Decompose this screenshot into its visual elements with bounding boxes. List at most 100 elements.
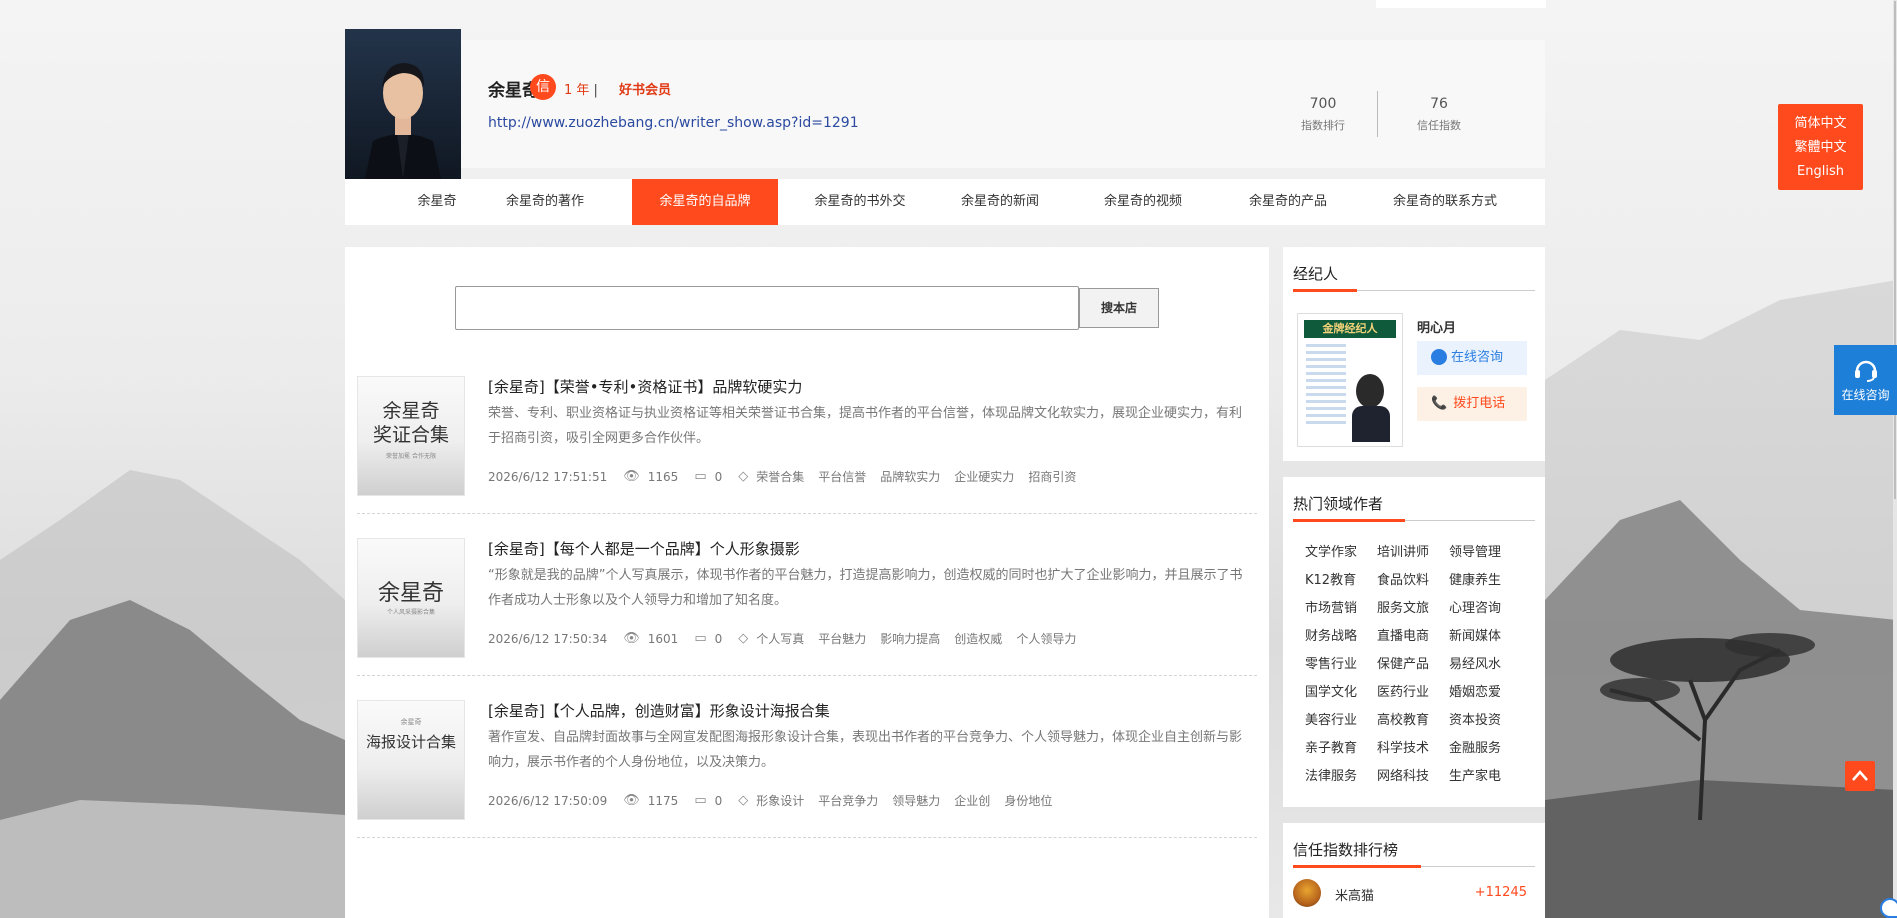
category-item[interactable]: 服务文旅 [1377, 595, 1449, 623]
scrollbar-thumb[interactable] [1893, 0, 1897, 500]
category-item[interactable]: 零售行业 [1305, 651, 1377, 679]
article-meta: 2026/6/12 17:50:09 👁 1175 ▭ 0 ◇ 形象设计 平台竞争力… [488, 792, 1066, 809]
ranking-value: +11245 [1474, 885, 1527, 900]
category-item[interactable]: 法律服务 [1305, 763, 1377, 791]
category-item[interactable]: 网络科技 [1377, 763, 1449, 791]
call-button[interactable]: 📞 拨打电话 [1417, 387, 1527, 421]
thumb-subtitle: 余星奇 [400, 718, 422, 726]
hot-heading: 热门领域作者 [1293, 495, 1384, 513]
tab-works[interactable]: 余星奇的著作 [480, 179, 610, 225]
tab-self-brand[interactable]: 余星奇的自品牌 [632, 179, 778, 225]
tab-contact[interactable]: 余星奇的联系方式 [1365, 179, 1525, 225]
article-thumbnail[interactable]: 余星奇 海报设计合集 [357, 700, 465, 820]
article-tag[interactable]: 形象设计 [756, 792, 804, 809]
article-tag[interactable]: 企业创 [954, 792, 990, 809]
article-tag[interactable]: 荣誉合集 [756, 468, 804, 485]
category-item[interactable]: 金融服务 [1449, 735, 1521, 763]
article-meta: 2026/6/12 17:50:34 👁 1601 ▭ 0 ◇ 个人写真 平台魅力 … [488, 630, 1090, 647]
category-item[interactable]: 培训讲师 [1377, 539, 1449, 567]
member-level[interactable]: 好书会员 [619, 79, 671, 98]
tab-products[interactable]: 余星奇的产品 [1223, 179, 1353, 225]
category-item[interactable]: 亲子教育 [1305, 735, 1377, 763]
float-consult-button[interactable]: 在线咨询 [1834, 345, 1897, 415]
comment-count: 0 [714, 469, 723, 484]
lang-english[interactable]: English [1778, 160, 1863, 184]
category-item[interactable]: 婚姻恋爱 [1449, 679, 1521, 707]
article-item[interactable]: 余星奇 海报设计合集 [余星奇]【个人品牌，创造财富】形象设计海报合集 著作宣发… [357, 676, 1257, 838]
article-desc: 著作宣发、自品牌封面故事与全网宣发配图海报形象设计合集，表现出书作者的平台竞争力… [488, 730, 1243, 770]
tab-videos[interactable]: 余星奇的视频 [1078, 179, 1208, 225]
article-thumbnail[interactable]: 余星奇 个人风采摄影合集 [357, 538, 465, 658]
article-tag[interactable]: 品牌软实力 [880, 468, 940, 485]
writer-info: 余星奇 信 1 年 | 好书会员 http://www.zuozhebang.c… [461, 40, 1545, 168]
category-item[interactable]: 食品饮料 [1377, 567, 1449, 595]
consult-label: 在线咨询 [1451, 350, 1504, 365]
thumb-title: 余星奇 奖证合集 [372, 400, 449, 446]
view-count: 1175 [647, 793, 679, 808]
writer-header: 余星奇 信 1 年 | 好书会员 http://www.zuozhebang.c… [345, 29, 1545, 179]
category-item[interactable]: 易经风水 [1449, 651, 1521, 679]
call-label: 拨打电话 [1453, 396, 1506, 411]
tab-home[interactable]: 余星奇 [402, 179, 472, 225]
article-desc: “形象就是我的品牌”个人写真展示，体现书作者的平台魅力，打造提高影响力，创造权威… [488, 568, 1243, 608]
category-item[interactable]: 心理咨询 [1449, 595, 1521, 623]
category-item[interactable]: 文学作家 [1305, 539, 1377, 567]
article-title[interactable]: [余星奇]【荣誉•专利•资格证书】品牌软硬实力 [488, 376, 802, 397]
article-tag[interactable]: 招商引资 [1028, 468, 1076, 485]
category-item[interactable]: 保健产品 [1377, 651, 1449, 679]
article-date: 2026/6/12 17:51:51 [488, 469, 608, 484]
category-item[interactable]: 市场营销 [1305, 595, 1377, 623]
article-tag[interactable]: 平台魅力 [818, 630, 866, 647]
eye-icon: 👁 [623, 631, 640, 646]
article-title[interactable]: [余星奇]【每个人都是一个品牌】个人形象摄影 [488, 538, 800, 559]
article-item[interactable]: 余星奇 个人风采摄影合集 [余星奇]【每个人都是一个品牌】个人形象摄影 “形象就… [357, 514, 1257, 676]
lang-simplified[interactable]: 简体中文 [1778, 112, 1863, 136]
category-item[interactable]: 健康养生 [1449, 567, 1521, 595]
article-tag[interactable]: 个人写真 [756, 630, 804, 647]
category-item[interactable]: 国学文化 [1305, 679, 1377, 707]
category-item[interactable]: K12教育 [1305, 567, 1377, 595]
ranking-name[interactable]: 米高猫 [1335, 885, 1374, 904]
article-tag[interactable]: 创造权威 [954, 630, 1002, 647]
ranking-row[interactable]: 米高猫 +11245 [1293, 877, 1535, 909]
search-button[interactable]: 搜本店 [1079, 288, 1159, 328]
agent-poster[interactable]: 金牌经纪人 [1297, 313, 1403, 447]
category-item[interactable]: 医药行业 [1377, 679, 1449, 707]
article-tag[interactable]: 影响力提高 [880, 630, 940, 647]
category-item[interactable]: 高校教育 [1377, 707, 1449, 735]
language-switcher: 简体中文 繁體中文 English [1778, 104, 1863, 190]
category-item[interactable]: 资本投资 [1449, 707, 1521, 735]
chat-bubble-icon[interactable] [1880, 898, 1897, 918]
thumb-title: 海报设计合集 [365, 733, 456, 751]
tab-news[interactable]: 余星奇的新闻 [940, 179, 1060, 225]
category-item[interactable]: 新闻媒体 [1449, 623, 1521, 651]
article-tag[interactable]: 身份地位 [1004, 792, 1052, 809]
article-tag[interactable]: 个人领导力 [1016, 630, 1076, 647]
tab-diplomacy[interactable]: 余星奇的书外交 [795, 179, 925, 225]
thumb-subtitle: 荣誉加冕 合作无限 [386, 453, 436, 460]
comment-icon: ▭ [694, 631, 707, 646]
stat-index-rank: 700 指数排行 [1283, 96, 1363, 133]
category-item[interactable]: 领导管理 [1449, 539, 1521, 567]
article-title[interactable]: [余星奇]【个人品牌，创造财富】形象设计海报合集 [488, 700, 830, 721]
article-tag[interactable]: 平台竞争力 [818, 792, 878, 809]
category-item[interactable]: 直播电商 [1377, 623, 1449, 651]
category-item[interactable]: 财务战略 [1305, 623, 1377, 651]
page-scrollbar[interactable] [1893, 0, 1897, 918]
online-consult-button[interactable]: 在线咨询 [1417, 341, 1527, 375]
writer-url-link[interactable]: http://www.zuozhebang.cn/writer_show.asp… [488, 115, 859, 131]
article-tag[interactable]: 领导魅力 [892, 792, 940, 809]
category-item[interactable]: 科学技术 [1377, 735, 1449, 763]
lang-traditional[interactable]: 繁體中文 [1778, 136, 1863, 160]
poster-title: 金牌经纪人 [1304, 320, 1396, 338]
years-separator: | [593, 83, 598, 98]
category-item[interactable]: 生产家电 [1449, 763, 1521, 791]
back-to-top-button[interactable] [1845, 761, 1875, 791]
article-thumbnail[interactable]: 余星奇 奖证合集 荣誉加冕 合作无限 [357, 376, 465, 496]
hot-authors-panel: 热门领域作者 文学作家 培训讲师 领导管理 K12教育 食品饮料 健康养生 市场营销 服务… [1283, 477, 1545, 807]
article-item[interactable]: 余星奇 奖证合集 荣誉加冕 合作无限 [余星奇]【荣誉•专利•资格证书】品牌软硬… [357, 352, 1257, 514]
article-tag[interactable]: 企业硬实力 [954, 468, 1014, 485]
search-input[interactable] [455, 286, 1079, 330]
article-tag[interactable]: 平台信誉 [818, 468, 866, 485]
category-item[interactable]: 美容行业 [1305, 707, 1377, 735]
